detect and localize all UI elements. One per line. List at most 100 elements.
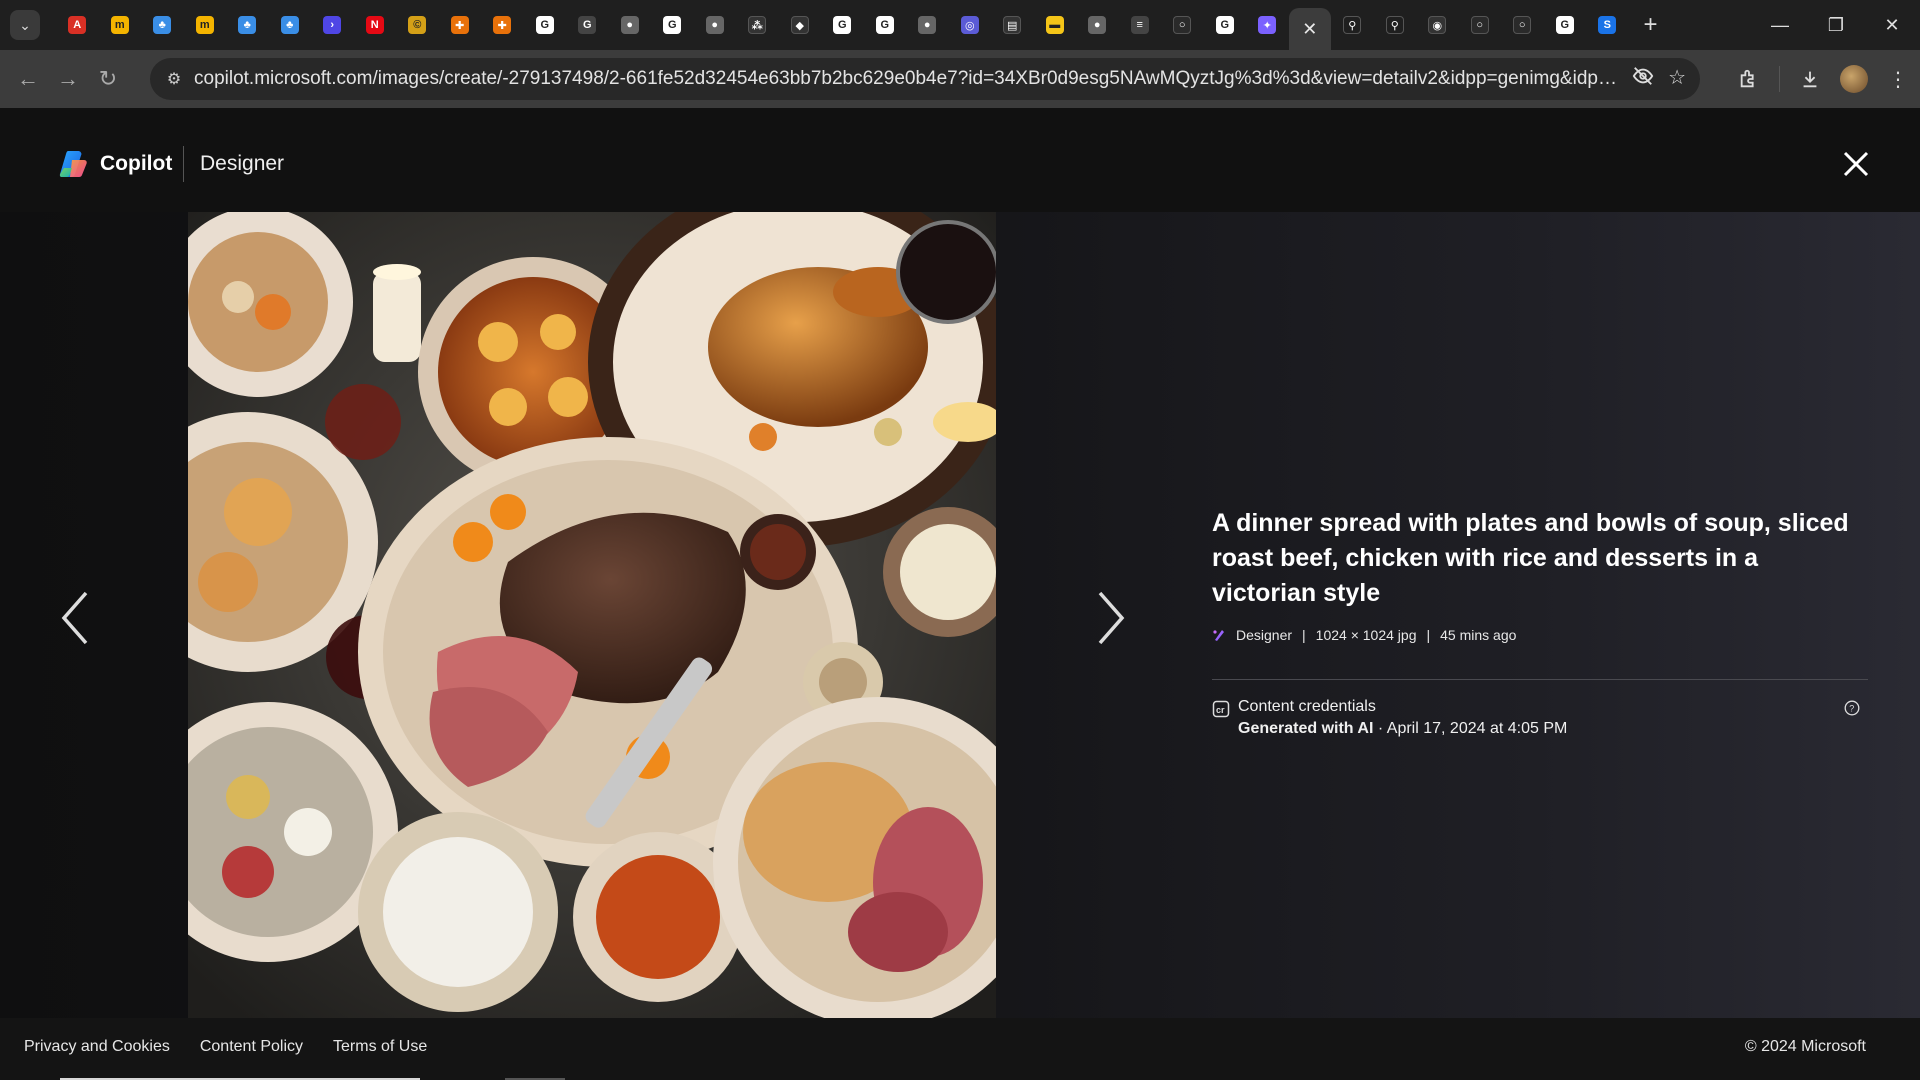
browser-tab[interactable]: ✕ xyxy=(1288,8,1331,50)
browser-toolbar: ← → ↻ ⚙ copilot.microsoft.com/images/cre… xyxy=(0,50,1920,108)
profile-avatar[interactable] xyxy=(1840,65,1868,93)
browser-tab[interactable]: ✚ xyxy=(481,7,524,43)
image-title: A dinner spread with plates and bowls of… xyxy=(1212,509,1849,607)
circle-icon: ○ xyxy=(1173,16,1192,34)
browser-tab[interactable]: G xyxy=(864,7,907,43)
browser-tab[interactable]: © xyxy=(396,7,439,43)
graph-icon: ⁂ xyxy=(748,16,767,34)
privacy-link[interactable]: Privacy and Cookies xyxy=(24,1038,170,1056)
browser-tab[interactable]: G xyxy=(821,7,864,43)
globe-icon: ● xyxy=(1088,16,1107,34)
close-icon[interactable] xyxy=(1834,142,1878,186)
browser-tab[interactable]: ⁂ xyxy=(736,7,779,43)
google-icon: G xyxy=(1555,16,1574,34)
arrow-right-icon: → xyxy=(57,66,79,91)
browser-tab[interactable]: ● xyxy=(906,7,949,43)
browser-tab[interactable]: ♣ xyxy=(141,7,184,43)
coin-icon: © xyxy=(408,16,427,34)
content-policy-link[interactable]: Content Policy xyxy=(200,1038,303,1056)
source-label[interactable]: Designer xyxy=(1236,627,1292,643)
browser-tab[interactable]: S xyxy=(1586,7,1629,43)
address-bar[interactable]: ⚙ copilot.microsoft.com/images/create/-2… xyxy=(150,58,1700,100)
browser-tab[interactable]: G xyxy=(524,7,567,43)
svg-text:cr: cr xyxy=(1216,705,1225,715)
search-icon: ⚲ xyxy=(1343,16,1362,34)
download-icon[interactable] xyxy=(1788,68,1832,90)
copilot-logo-icon[interactable] xyxy=(58,148,90,180)
back-button[interactable]: ← xyxy=(8,59,48,99)
copilot-tab-icon: ✦ xyxy=(1258,16,1277,34)
shield-icon: ✚ xyxy=(493,16,512,34)
meta-separator: | xyxy=(1302,627,1306,643)
browser-tab[interactable]: m xyxy=(184,7,227,43)
browser-tab[interactable]: ◉ xyxy=(1416,7,1459,43)
help-icon[interactable]: ? xyxy=(1844,700,1860,716)
chevron-left-icon[interactable] xyxy=(50,578,106,658)
copilot-tab-icon: ◎ xyxy=(960,16,979,34)
bookmark-star-icon[interactable]: ☆ xyxy=(1668,65,1686,93)
credentials-detail: Generated with AI · April 17, 2024 at 4:… xyxy=(1238,720,1567,738)
monday-icon: m xyxy=(195,16,214,34)
new-tab-button[interactable]: + xyxy=(1633,7,1669,43)
generated-image[interactable] xyxy=(188,212,996,1018)
imdb-icon: ▬ xyxy=(1045,16,1064,34)
google-icon: G xyxy=(535,16,554,34)
terms-link[interactable]: Terms of Use xyxy=(333,1038,427,1056)
toolbar-divider xyxy=(1779,66,1780,92)
browser-tab[interactable]: A xyxy=(56,7,99,43)
browser-tab[interactable]: ▬ xyxy=(1034,7,1077,43)
brand-name[interactable]: Copilot xyxy=(100,148,172,180)
browser-tab[interactable]: ♣ xyxy=(269,7,312,43)
image-details: A dinner spread with plates and bowls of… xyxy=(1212,506,1868,738)
site-info-icon[interactable]: ⚙ xyxy=(154,69,194,89)
browser-tab[interactable]: G xyxy=(1544,7,1587,43)
browser-tab[interactable]: G xyxy=(566,7,609,43)
search-icon: ⚲ xyxy=(1385,16,1404,34)
image-meta: Designer | 1024 × 1024 jpg | 45 mins ago xyxy=(1212,627,1868,643)
meta-separator: | xyxy=(1426,627,1431,643)
browser-tab[interactable]: ● xyxy=(694,7,737,43)
browser-tab[interactable]: ○ xyxy=(1161,7,1204,43)
browser-tab[interactable]: ⚲ xyxy=(1331,7,1374,43)
minimize-icon[interactable]: — xyxy=(1752,0,1808,50)
browser-tab[interactable]: ≡ xyxy=(1119,7,1162,43)
eye-off-icon[interactable] xyxy=(1632,65,1654,93)
url-text[interactable]: copilot.microsoft.com/images/create/-279… xyxy=(194,68,1618,90)
globe-icon: ● xyxy=(705,16,724,34)
browser-tab[interactable]: › xyxy=(311,7,354,43)
google-icon: G xyxy=(833,16,852,34)
browser-tab[interactable]: ⚲ xyxy=(1374,7,1417,43)
browser-tab[interactable]: G xyxy=(651,7,694,43)
browser-tab[interactable]: ○ xyxy=(1501,7,1544,43)
browser-tab[interactable]: ✦ xyxy=(1246,7,1289,43)
puzzle-icon: ◆ xyxy=(790,16,809,34)
chevron-right-icon[interactable] xyxy=(1080,578,1136,658)
browser-tab[interactable]: ▤ xyxy=(991,7,1034,43)
details-divider xyxy=(1212,679,1868,680)
restore-icon[interactable]: ❐ xyxy=(1808,0,1864,50)
netflix-icon: N xyxy=(365,16,384,34)
browser-tab[interactable]: ○ xyxy=(1459,7,1502,43)
monday-icon: m xyxy=(110,16,129,34)
browser-tab[interactable]: ◎ xyxy=(949,7,992,43)
reload-icon: ↻ xyxy=(98,66,118,91)
browser-tab[interactable]: ● xyxy=(609,7,652,43)
product-name[interactable]: Designer xyxy=(200,148,284,180)
arrow-left-icon: ← xyxy=(17,66,39,91)
forward-button[interactable]: → xyxy=(48,59,88,99)
browser-tab[interactable]: N xyxy=(354,7,397,43)
browser-tab[interactable]: ✚ xyxy=(439,7,482,43)
src-icon: S xyxy=(1598,16,1617,34)
reload-button[interactable]: ↻ xyxy=(88,59,128,99)
browser-tab[interactable]: ♣ xyxy=(226,7,269,43)
browser-tab[interactable]: m xyxy=(99,7,142,43)
browser-tab[interactable]: ● xyxy=(1076,7,1119,43)
food-illustration xyxy=(188,212,996,1018)
more-menu-icon[interactable]: ⋮ xyxy=(1876,67,1920,92)
extensions-icon[interactable] xyxy=(1727,68,1771,90)
browser-tab[interactable]: ◆ xyxy=(779,7,822,43)
window-close-icon[interactable]: ✕ xyxy=(1864,0,1920,50)
designer-icon xyxy=(1213,630,1224,641)
browser-tab[interactable]: G xyxy=(1204,7,1247,43)
tab-search-button[interactable]: ⌄ xyxy=(10,10,40,40)
